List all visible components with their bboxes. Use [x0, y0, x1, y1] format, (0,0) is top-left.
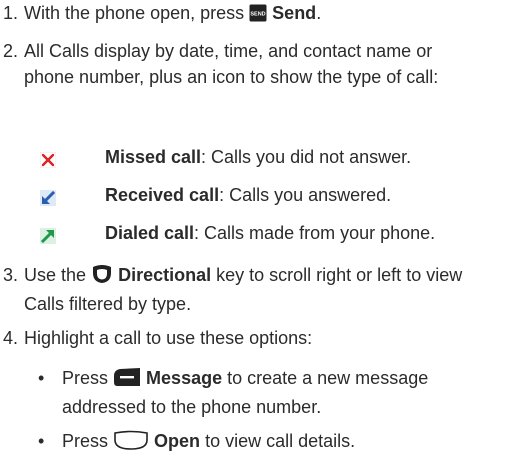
step-2: 2. All Calls display by date, time, and …	[3, 38, 503, 90]
call-type-text: Missed call: Calls you did not answer.	[105, 147, 412, 167]
step-number: 2.	[3, 41, 19, 61]
option-text: Press Open to view call details.	[38, 428, 503, 457]
send-key-name: Send	[272, 3, 317, 23]
option-text-post: to view call details.	[205, 431, 356, 451]
option-text-pre: Press	[62, 368, 109, 388]
step-text-post: .	[316, 3, 322, 23]
step-text: With the phone open, press SEND Send.	[3, 0, 503, 29]
step-text-pre: With the phone open, press	[24, 3, 245, 23]
call-type-received: Received call: Calls you answered.	[40, 182, 500, 208]
open-key-name: Open	[154, 431, 201, 451]
instruction-document: 1. With the phone open, press SEND Send.…	[0, 0, 507, 457]
step-text: Highlight a call to use these options:	[24, 328, 313, 348]
call-type-missed: Missed call: Calls you did not answer.	[39, 144, 500, 170]
call-type-dialed: Dialed call: Calls made from your phone.	[40, 220, 500, 246]
directional-key-icon	[91, 264, 113, 291]
send-key-icon: SEND	[249, 3, 267, 29]
option-open: • Press Open to view call details.	[38, 428, 503, 457]
message-softkey-icon	[113, 367, 141, 394]
step-number: 4.	[3, 328, 19, 348]
step-number: 1.	[3, 3, 19, 23]
send-key-label: SEND	[251, 12, 266, 18]
option-text: Press Message to create a new message ad…	[38, 365, 503, 420]
step-text: Use the Directional key to scroll right …	[3, 262, 503, 317]
step-text-pre: Use the	[24, 265, 87, 285]
step-1: 1. With the phone open, press SEND Send.	[3, 0, 503, 29]
missed-call-icon	[39, 149, 57, 169]
bullet: •	[38, 368, 45, 388]
message-key-name: Message	[146, 368, 223, 388]
received-call-icon	[40, 187, 56, 206]
option-message: • Press Message to create a new message …	[38, 365, 503, 420]
directional-key-name: Directional	[118, 265, 212, 285]
open-key-icon	[113, 430, 149, 457]
call-type-text: Dialed call: Calls made from your phone.	[105, 223, 436, 243]
call-type-text: Received call: Calls you answered.	[105, 185, 392, 205]
step-text-post: key to scroll right or left to view Call…	[24, 265, 463, 314]
option-text-pre: Press	[62, 431, 109, 451]
step-text: All Calls display by date, time, and con…	[24, 41, 439, 87]
dialed-call-icon	[40, 225, 56, 244]
bullet: •	[38, 431, 45, 451]
step-number: 3.	[3, 265, 19, 285]
step-3: 3. Use the Directional key to scroll rig…	[3, 262, 503, 317]
step-4: 4. Highlight a call to use these options…	[3, 325, 503, 351]
